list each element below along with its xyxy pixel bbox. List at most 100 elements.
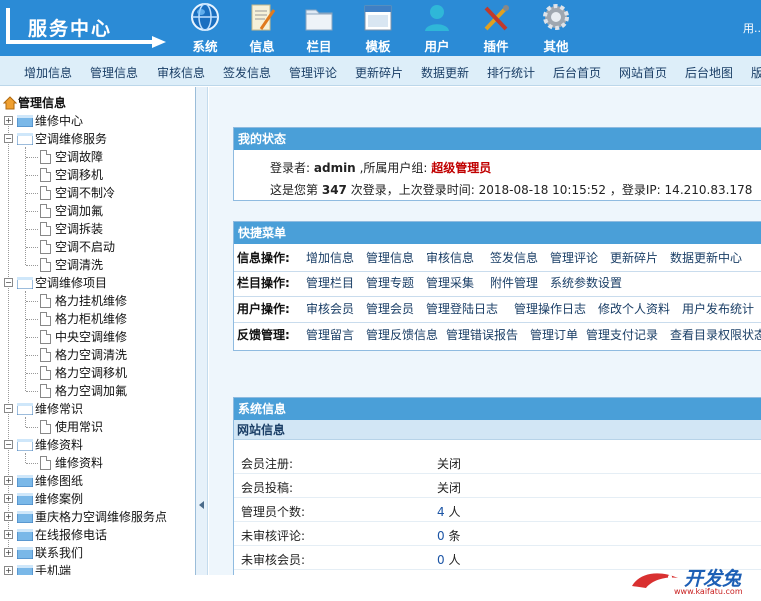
menu-admin-map[interactable]: 后台地图 [685, 64, 733, 81]
folder-icon [305, 9, 333, 31]
topnav-plugin-label: 插件 [483, 39, 509, 54]
tree-node-label: 维修常识 [35, 402, 84, 416]
info-key: 管理员个数: [241, 505, 306, 519]
folder-icon [17, 529, 33, 541]
collapse-icon[interactable]: − [4, 278, 13, 287]
quick-link[interactable]: 管理信息 [366, 248, 414, 268]
collapse-sidebar-icon[interactable] [199, 501, 204, 509]
menu-ranking-stats[interactable]: 排行统计 [487, 64, 535, 81]
menu-data-update[interactable]: 数据更新 [421, 64, 469, 81]
expand-icon[interactable]: + [4, 566, 13, 575]
tree-leaf-label: 空调不制冷 [55, 186, 116, 200]
menu-manage-comments[interactable]: 管理评论 [289, 64, 337, 81]
quick-link[interactable]: 更新碎片 [610, 248, 658, 268]
gear-icon [543, 4, 569, 30]
info-row: 管理员个数: 4 人 [234, 498, 761, 522]
topnav-template-label: 模板 [365, 39, 391, 54]
menu-version[interactable]: 版 [751, 64, 761, 81]
tree-node-label: 重庆格力空调维修服务点 [35, 510, 168, 524]
quick-row-label: 信息操作: [237, 251, 290, 265]
menu-manage-info[interactable]: 管理信息 [90, 64, 138, 81]
collapse-icon[interactable]: − [4, 134, 13, 143]
user-icon [425, 5, 449, 31]
topnav-template[interactable]: 模板 [350, 0, 406, 56]
quick-row-label: 反馈管理: [237, 328, 290, 342]
quick-link[interactable]: 管理留言 [306, 325, 354, 345]
menu-admin-home[interactable]: 后台首页 [553, 64, 601, 81]
topnav-column[interactable]: 栏目 [291, 0, 347, 56]
topnav-plugin[interactable]: 插件 [468, 0, 524, 56]
quick-row-label: 栏目操作: [237, 276, 290, 290]
quick-menu-panel: 快捷菜单 信息操作: 增加信息 管理信息 审核信息 签发信息 管理评论 更新碎片… [233, 221, 761, 351]
quick-link[interactable]: 审核信息 [426, 248, 474, 268]
quick-link[interactable]: 系统参数设置 [550, 273, 622, 293]
document-icon [40, 312, 51, 326]
quick-link[interactable]: 管理订单 [530, 325, 578, 345]
menu-add-info[interactable]: 增加信息 [24, 64, 72, 81]
tools-icon [484, 5, 509, 31]
document-icon [40, 348, 51, 362]
collapse-icon[interactable]: − [4, 404, 13, 413]
collapse-icon[interactable]: − [4, 440, 13, 449]
expand-icon[interactable]: + [4, 476, 13, 485]
document-icon [40, 366, 51, 380]
quick-link[interactable]: 管理栏目 [306, 273, 354, 293]
quick-link[interactable]: 管理评论 [550, 248, 598, 268]
info-value-group: 0 条 [437, 527, 460, 544]
expand-icon[interactable]: + [4, 548, 13, 557]
document-icon [40, 294, 51, 308]
menu-site-home[interactable]: 网站首页 [619, 64, 667, 81]
expand-icon[interactable]: + [4, 494, 13, 503]
topnav-user[interactable]: 用户 [409, 0, 465, 56]
user-link[interactable]: 用.. [743, 20, 761, 36]
quick-link[interactable]: 数据更新中心 [670, 248, 742, 268]
info-key: 未审核评论: [241, 529, 306, 543]
quick-link[interactable]: 审核会员 [306, 299, 354, 319]
tree-leaf-label: 空调移机 [55, 168, 104, 182]
menu-review-info[interactable]: 审核信息 [157, 64, 205, 81]
info-value: 关闭 [437, 481, 462, 495]
info-unit: 条 [448, 529, 461, 543]
window-template-icon [364, 5, 392, 31]
expand-icon[interactable]: + [4, 116, 13, 125]
menu-update-fragments[interactable]: 更新碎片 [355, 64, 403, 81]
quick-link[interactable]: 管理采集 [426, 273, 474, 293]
quick-link[interactable]: 管理会员 [366, 299, 414, 319]
topnav-info[interactable]: 信息 [234, 0, 290, 56]
quick-link[interactable]: 用户发布统计 [682, 299, 754, 319]
brand-title: 服务中心 [28, 18, 113, 40]
info-unit: 人 [448, 505, 461, 519]
topnav-info-label: 信息 [249, 39, 275, 54]
tree-leaf-label: 空调加氟 [55, 204, 104, 218]
expand-icon[interactable]: + [4, 530, 13, 539]
document-icon [40, 456, 51, 470]
info-row: 会员注册: 关闭 [234, 450, 761, 474]
topnav-other[interactable]: 其他 [528, 0, 584, 56]
quick-row-label: 用户操作: [237, 302, 290, 316]
quick-link[interactable]: 管理操作日志 [514, 299, 586, 319]
menu-sign-info[interactable]: 签发信息 [223, 64, 271, 81]
document-icon [40, 168, 51, 182]
topnav-system[interactable]: 系统 [177, 0, 233, 56]
tree-node-label: 维修资料 [35, 438, 84, 452]
expand-icon[interactable]: + [4, 512, 13, 521]
quick-link[interactable]: 附件管理 [490, 273, 538, 293]
quick-link[interactable]: 修改个人资料 [598, 299, 670, 319]
quick-link[interactable]: 管理反馈信息 [366, 325, 438, 345]
status-panel: 我的状态 登录者: admin ,所属用户组: 超级管理员 这是您第 347 次… [233, 127, 761, 201]
info-value-group: 0 人 [437, 551, 460, 568]
info-key: 会员注册: [241, 457, 294, 471]
tree-root-label: 管理信息 [18, 96, 67, 110]
quick-link[interactable]: 管理错误报告 [446, 325, 518, 345]
watermark-url: www.kaifatu.com [674, 587, 743, 596]
sidebar-splitter[interactable] [196, 87, 208, 575]
quick-link[interactable]: 管理专题 [366, 273, 414, 293]
info-value-group: 4 人 [437, 503, 460, 520]
quick-link[interactable]: 查看目录权限状态 [670, 325, 761, 345]
document-pen-icon [251, 4, 276, 31]
quick-link[interactable]: 管理支付记录 [586, 325, 658, 345]
quick-link[interactable]: 管理登陆日志 [426, 299, 498, 319]
quick-link[interactable]: 签发信息 [490, 248, 538, 268]
quick-link[interactable]: 增加信息 [306, 248, 354, 268]
info-key: 未审核会员: [241, 553, 306, 567]
